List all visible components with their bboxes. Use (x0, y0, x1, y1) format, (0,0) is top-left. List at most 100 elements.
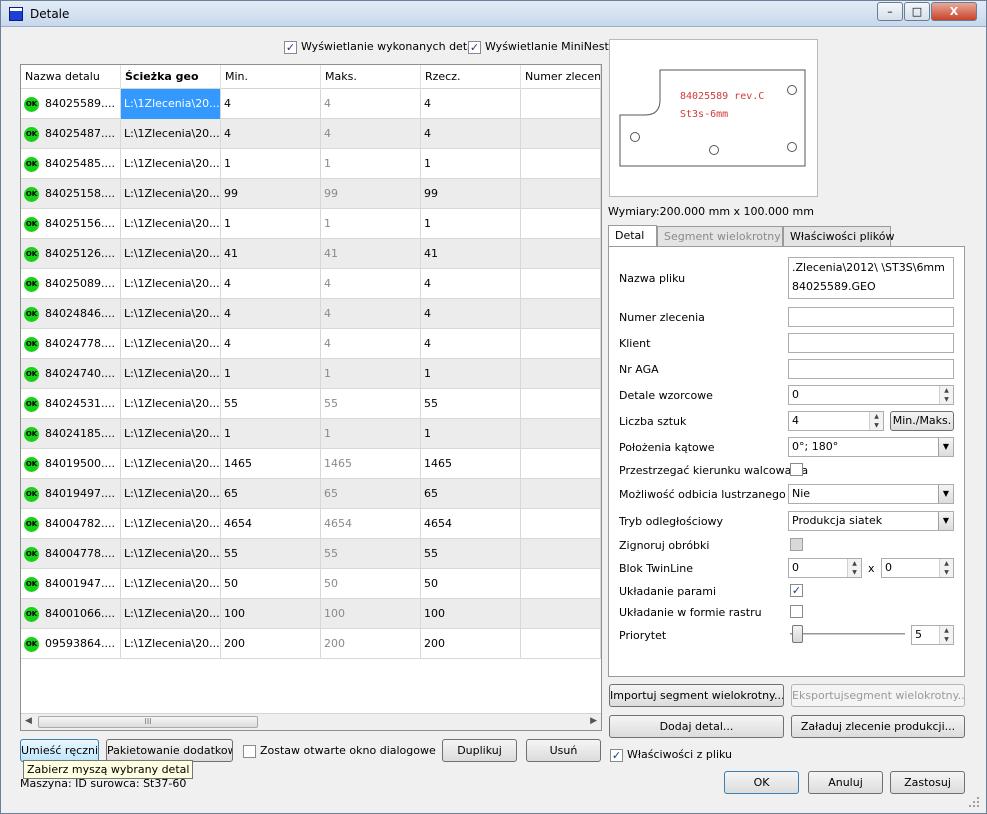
cell-name[interactable]: OK 84025126.... (21, 239, 121, 269)
cell-min[interactable]: 1 (221, 149, 321, 179)
cell-name[interactable]: OK 84024185.... (21, 419, 121, 449)
cell-min[interactable]: 55 (221, 539, 321, 569)
table-row[interactable]: OK 84025158.... L:\1Zlecenia\20... 99 99 99 (21, 179, 601, 209)
cell-actual[interactable]: 4 (421, 269, 521, 299)
table-row[interactable]: OK 84001066.... L:\1Zlecenia\20... 100 100 10… (21, 599, 601, 629)
cell-name[interactable]: OK 84025089.... (21, 269, 121, 299)
resize-grip-icon[interactable] (967, 795, 981, 809)
cell-order[interactable] (521, 509, 601, 539)
cell-actual[interactable]: 41 (421, 239, 521, 269)
cell-name[interactable]: OK 84024531.... (21, 389, 121, 419)
priority-stepper[interactable]: 5 ▲ ▼ (911, 625, 954, 645)
cell-name[interactable]: OK 84001947.... (21, 569, 121, 599)
cell-order[interactable] (521, 179, 601, 209)
cell-actual[interactable]: 1465 (421, 449, 521, 479)
cell-max[interactable]: 50 (321, 569, 421, 599)
cell-order[interactable] (521, 89, 601, 119)
delete-button[interactable]: Usuń (526, 739, 601, 762)
angles-combo[interactable]: 0°; 180° ▼ (788, 437, 954, 457)
cell-order[interactable] (521, 239, 601, 269)
props-from-file-checkbox[interactable]: ✓ (610, 748, 623, 762)
cell-min[interactable]: 1465 (221, 449, 321, 479)
show-done-checkbox[interactable]: ✓ (284, 40, 297, 54)
cell-actual[interactable]: 100 (421, 599, 521, 629)
table-row[interactable]: OK 84024531.... L:\1Zlecenia\20... 55 55 55 (21, 389, 601, 419)
cell-order[interactable] (521, 539, 601, 569)
cell-actual[interactable]: 55 (421, 389, 521, 419)
cell-actual[interactable]: 4654 (421, 509, 521, 539)
dropdown-arrow-icon[interactable]: ▼ (938, 438, 953, 456)
cell-geo-path[interactable]: L:\1Zlecenia\20... (121, 419, 221, 449)
cell-actual[interactable]: 4 (421, 119, 521, 149)
spin-arrows-icon[interactable]: ▲ ▼ (939, 559, 953, 577)
spin-arrows-icon[interactable]: ▲ ▼ (847, 559, 861, 577)
cell-name[interactable]: OK 84024740.... (21, 359, 121, 389)
cell-name[interactable]: OK 84004778.... (21, 539, 121, 569)
ok-button[interactable]: OK (724, 771, 799, 794)
cell-geo-path[interactable]: L:\1Zlecenia\20... (121, 389, 221, 419)
table-row[interactable]: OK 84001947.... L:\1Zlecenia\20... 50 50 50 (21, 569, 601, 599)
show-done-option[interactable]: ✓ Wyświetlanie wykonanych detali (284, 40, 480, 54)
scroll-left-icon[interactable]: ◀ (25, 716, 32, 726)
cell-geo-path[interactable]: L:\1Zlecenia\20... (121, 539, 221, 569)
table-row[interactable]: OK 84025487.... L:\1Zlecenia\20... 4 4 4 (21, 119, 601, 149)
cell-max[interactable]: 4654 (321, 509, 421, 539)
cell-name[interactable]: OK 84004782.... (21, 509, 121, 539)
client-input[interactable] (788, 333, 954, 353)
cell-name[interactable]: OK 84019500.... (21, 449, 121, 479)
extra-packing-button[interactable]: Pakietowanie dodatkowe (106, 739, 233, 762)
spin-arrows-icon[interactable]: ▲ ▼ (869, 412, 883, 430)
cell-name[interactable]: OK 09593864.... (21, 629, 121, 659)
cell-geo-path[interactable]: L:\1Zlecenia\20... (121, 479, 221, 509)
table-row[interactable]: OK 84024778.... L:\1Zlecenia\20... 4 4 4 (21, 329, 601, 359)
cell-max[interactable]: 55 (321, 389, 421, 419)
table-row[interactable]: OK 84025589.... L:\1Zlecenia\20... 4 4 4 (21, 89, 601, 119)
cell-max[interactable]: 200 (321, 629, 421, 659)
cell-name[interactable]: OK 84025156.... (21, 209, 121, 239)
cell-geo-path[interactable]: L:\1Zlecenia\20... (121, 599, 221, 629)
template-parts-stepper[interactable]: 0 ▲ ▼ (788, 385, 954, 405)
place-manually-button[interactable]: Umieść ręcznie (20, 739, 99, 762)
table-row[interactable]: OK 84025156.... L:\1Zlecenia\20... 1 1 1 (21, 209, 601, 239)
cell-geo-path[interactable]: L:\1Zlecenia\20... (121, 179, 221, 209)
table-row[interactable]: OK 84025089.... L:\1Zlecenia\20... 4 4 4 (21, 269, 601, 299)
priority-slider-track[interactable] (790, 633, 905, 635)
raster-nesting-checkbox[interactable] (790, 605, 803, 618)
table-row[interactable]: OK 09593864.... L:\1Zlecenia\20... 200 200 20… (21, 629, 601, 659)
cell-min[interactable]: 200 (221, 629, 321, 659)
keep-open-option[interactable]: Zostaw otwarte okno dialogowe (243, 744, 436, 758)
minimize-button[interactable]: – (877, 2, 903, 21)
cell-name[interactable]: OK 84024778.... (21, 329, 121, 359)
table-row[interactable]: OK 84019500.... L:\1Zlecenia\20... 1465 1465… (21, 449, 601, 479)
show-mininests-option[interactable]: ✓ Wyświetlanie MiniNests (468, 40, 615, 54)
cell-geo-path[interactable]: L:\1Zlecenia\20... (121, 359, 221, 389)
cell-order[interactable] (521, 449, 601, 479)
cell-min[interactable]: 65 (221, 479, 321, 509)
cell-min[interactable]: 1 (221, 359, 321, 389)
cell-max[interactable]: 1465 (321, 449, 421, 479)
cell-geo-path[interactable]: L:\1Zlecenia\20... (121, 569, 221, 599)
quantity-stepper[interactable]: 4 ▲ ▼ (788, 411, 884, 431)
col-header-order[interactable]: Numer zleceni (521, 65, 601, 89)
distance-mode-combo[interactable]: Produkcja siatek ▼ (788, 511, 954, 531)
cell-name[interactable]: OK 84001066.... (21, 599, 121, 629)
cell-max[interactable]: 4 (321, 119, 421, 149)
cell-order[interactable] (521, 329, 601, 359)
cell-order[interactable] (521, 209, 601, 239)
cell-max[interactable]: 4 (321, 89, 421, 119)
dropdown-arrow-icon[interactable]: ▼ (938, 485, 953, 503)
cell-actual[interactable]: 1 (421, 359, 521, 389)
tab-multi-segment[interactable]: Segment wielokrotny (657, 226, 783, 246)
col-header-actual[interactable]: Rzecz. (421, 65, 521, 89)
priority-slider-thumb[interactable] (792, 625, 803, 643)
col-header-min[interactable]: Min. (221, 65, 321, 89)
col-header-geo-path[interactable]: Ścieżka geo (121, 65, 221, 89)
duplicate-button[interactable]: Duplikuj (442, 739, 517, 762)
cell-geo-path[interactable]: L:\1Zlecenia\20... (121, 269, 221, 299)
cell-order[interactable] (521, 359, 601, 389)
cell-actual[interactable]: 99 (421, 179, 521, 209)
cell-min[interactable]: 1 (221, 209, 321, 239)
cell-actual[interactable]: 4 (421, 329, 521, 359)
cell-max[interactable]: 4 (321, 329, 421, 359)
table-row[interactable]: OK 84025126.... L:\1Zlecenia\20... 41 41 41 (21, 239, 601, 269)
